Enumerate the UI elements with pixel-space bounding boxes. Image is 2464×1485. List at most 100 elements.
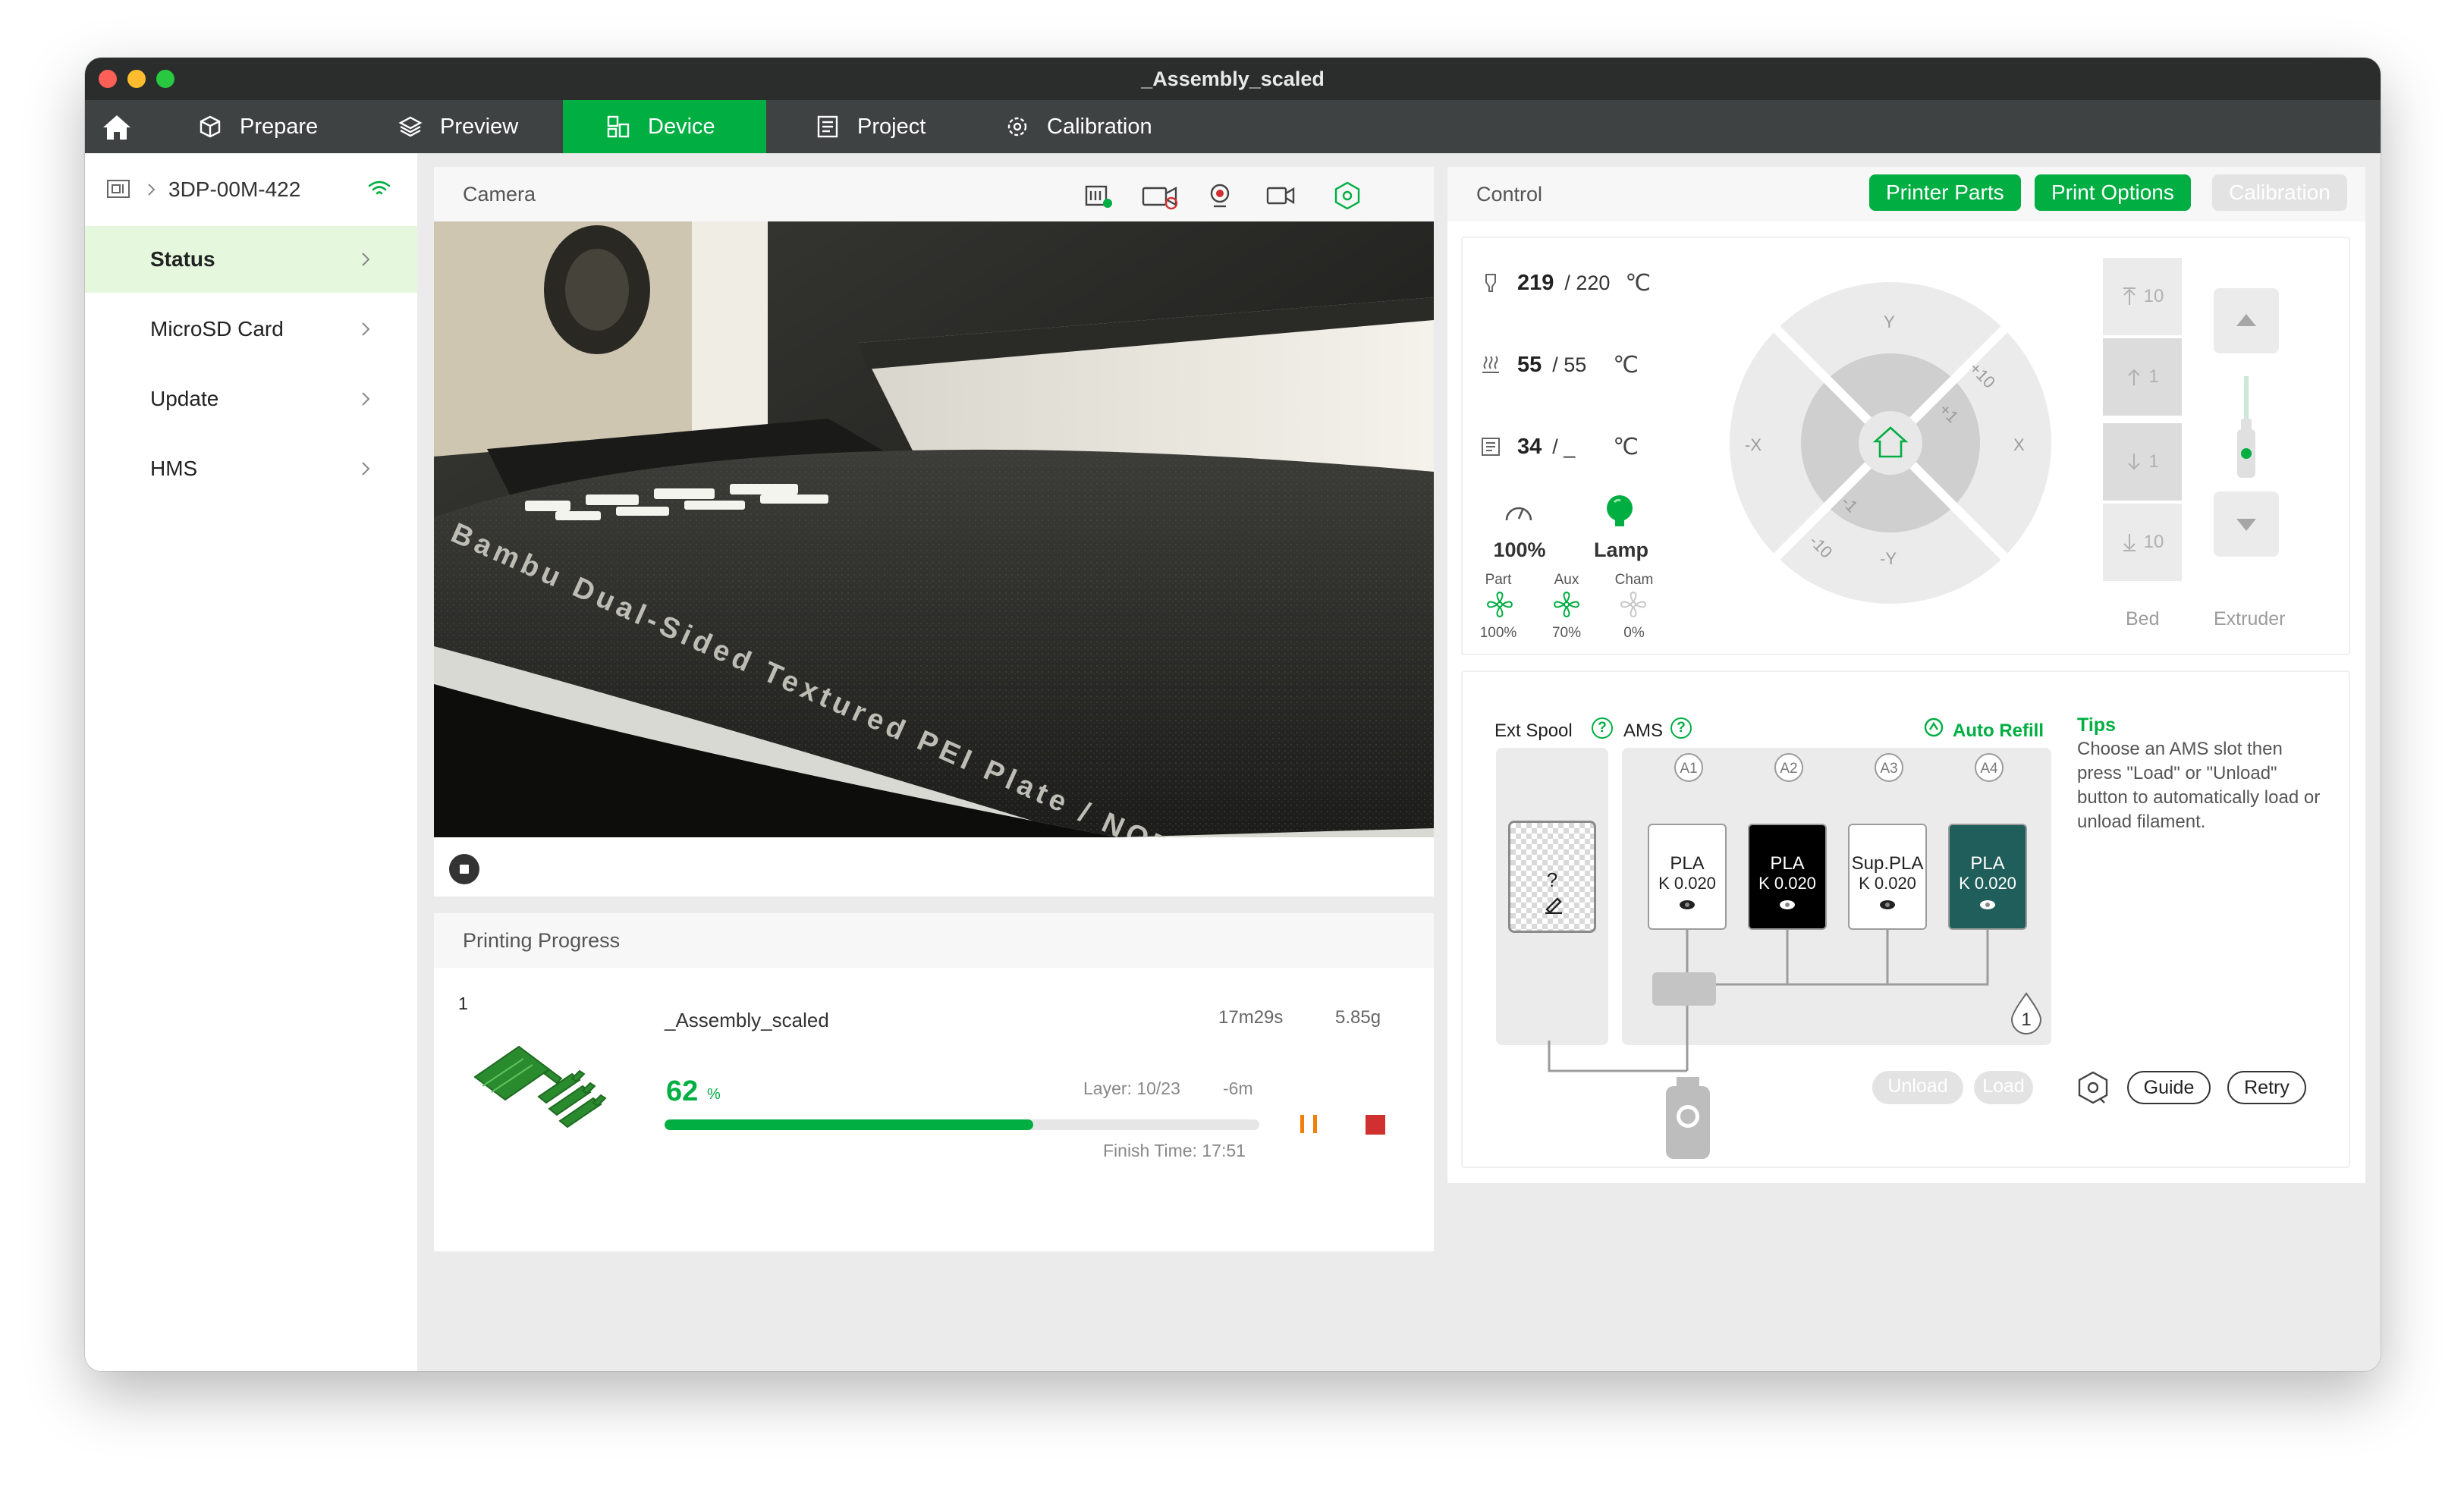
sidebar-item-label: Status <box>150 247 215 271</box>
eye-icon <box>1980 900 1995 909</box>
ext-spool-slot[interactable]: ? <box>1508 821 1596 933</box>
sidebar-item-status[interactable]: Status <box>85 226 417 293</box>
chamber-temp-row: 34 / _ ℃ <box>1479 428 1639 466</box>
camera-settings-icon[interactable] <box>1332 181 1362 211</box>
printer-parts-button[interactable]: Printer Parts <box>1869 174 2021 211</box>
sd-record-icon[interactable] <box>1083 181 1114 211</box>
eye-icon <box>1680 900 1695 909</box>
help-icon[interactable]: ? <box>1670 717 1692 739</box>
speed-gauge-icon[interactable] <box>1502 496 1535 526</box>
temperature-motion-panel: 219 / 220 ℃ 55 / 55 ℃ 34 / _ ℃ 100% Lamp… <box>1461 237 2350 655</box>
chamber-fan-icon[interactable] <box>1619 590 1648 619</box>
print-speed: 100% <box>1493 538 1546 561</box>
ext-spool-label: Ext Spool <box>1494 721 1573 741</box>
ams-slot-a4[interactable]: PLA K 0.020 <box>1948 824 2027 930</box>
aux-fan-icon[interactable] <box>1552 590 1581 619</box>
sidebar-item-hms[interactable]: HMS <box>85 435 417 502</box>
lamp-icon[interactable] <box>1602 493 1637 529</box>
record-toggle-button[interactable] <box>449 854 479 884</box>
tab-project[interactable]: Project <box>815 100 1004 153</box>
device-selector[interactable]: 3DP-00M-422 <box>106 168 402 211</box>
nozzle-target-temp: / 220 <box>1564 271 1611 294</box>
sidebar-item-update[interactable]: Update <box>85 366 417 432</box>
tab-prepare[interactable]: Prepare <box>191 100 381 153</box>
load-button[interactable]: Load <box>1974 1071 2033 1104</box>
slot-k-value: K 0.020 <box>1658 874 1716 893</box>
stop-button[interactable] <box>1366 1115 1385 1135</box>
layers-icon <box>398 116 423 137</box>
nozzle-current-temp: 219 <box>1517 270 1554 295</box>
timelapse-icon[interactable] <box>1141 181 1183 211</box>
retry-button[interactable]: Retry <box>2227 1071 2306 1104</box>
edit-icon <box>1545 897 1562 914</box>
sidebar-item-microsd[interactable]: MicroSD Card <box>85 296 417 363</box>
print-duration: 17m29s <box>1218 1007 1284 1028</box>
jog-y-label: Y <box>1884 312 1895 331</box>
nozzle-temp-row[interactable]: 219 / 220 ℃ <box>1479 264 1651 302</box>
tab-calibration[interactable]: Calibration <box>1004 100 1217 153</box>
home-icon[interactable] <box>99 109 135 146</box>
window-title: _Assembly_scaled <box>1141 68 1325 90</box>
bed-up-1-button[interactable]: 1 <box>2103 338 2182 416</box>
extruder-label: Extruder <box>2214 608 2286 629</box>
extruder-graphic <box>2237 376 2255 478</box>
eye-icon <box>1880 900 1895 909</box>
slot-material: Sup.PLA <box>1851 853 1924 874</box>
help-icon[interactable]: ? <box>1592 717 1613 739</box>
fan-aux-label: Aux <box>1554 572 1579 588</box>
device-content: Camera Printing Progress 1 _Assembly_sca… <box>419 153 2381 1371</box>
calibration-button[interactable]: Calibration <box>2212 174 2347 211</box>
slot-material: PLA <box>1770 853 1805 874</box>
tab-preview[interactable]: Preview <box>398 100 587 153</box>
fan-chamber-label: Cham <box>1614 572 1654 588</box>
pause-button[interactable] <box>1297 1113 1320 1135</box>
tab-calibration-label: Calibration <box>1047 114 1152 139</box>
arrow-down-icon <box>2128 454 2141 470</box>
eye-icon <box>1780 900 1795 909</box>
webcam-icon[interactable] <box>1205 181 1235 211</box>
ext-spool-slot-value: ? <box>1546 868 1558 891</box>
ams-slot-a3[interactable]: Sup.PLA K 0.020 <box>1848 824 1927 930</box>
fan-aux-value: 70% <box>1551 625 1582 641</box>
document-icon <box>817 115 838 138</box>
auto-refill-link[interactable]: Auto Refill <box>1953 721 2044 742</box>
triangle-up-icon <box>2236 314 2256 326</box>
bed-up-10-button[interactable]: 10 <box>2103 258 2182 335</box>
bed-current-temp: 55 <box>1517 352 1542 377</box>
ams-settings-icon[interactable] <box>2074 1069 2112 1107</box>
slot-a2-id: A2 <box>1780 761 1797 777</box>
slot-a4-id: A4 <box>1980 761 1998 777</box>
part-fan-icon[interactable] <box>1485 590 1514 619</box>
tab-preview-label: Preview <box>440 114 519 139</box>
tab-device[interactable]: Device <box>563 100 766 153</box>
bed-temp-row[interactable]: 55 / 55 ℃ <box>1479 346 1639 384</box>
arrow-up-icon <box>2128 369 2141 385</box>
camera-header: Camera <box>434 167 1434 221</box>
extruder-down-button[interactable] <box>2214 491 2279 557</box>
ams-slot-a1[interactable]: PLA K 0.020 <box>1648 824 1727 930</box>
filament-feed-path <box>1548 1041 1710 1159</box>
video-camera-icon[interactable] <box>1265 181 1296 211</box>
home-xy-button[interactable] <box>1859 411 1922 475</box>
sidebar-item-label: Update <box>150 387 219 410</box>
ams-unit-number: 1 <box>2021 1009 2031 1030</box>
arrow-down-icon <box>2123 534 2136 551</box>
chamber-temp-unit: ℃ <box>1613 434 1639 460</box>
guide-button[interactable]: Guide <box>2127 1071 2211 1104</box>
ams-slot-a2[interactable]: PLA K 0.020 <box>1748 824 1827 930</box>
cube-icon <box>200 115 221 138</box>
finish-time: Finish Time: 17:51 <box>1103 1141 1246 1160</box>
control-panel: Control Printer Parts Print Options Cali… <box>1447 167 2365 1183</box>
lamp-label: Lamp <box>1593 538 1648 561</box>
device-name: 3DP-00M-422 <box>168 177 301 201</box>
extruder-up-button[interactable] <box>2214 288 2279 353</box>
slot-k-value: K 0.020 <box>1758 874 1816 893</box>
nozzle-temp-unit: ℃ <box>1625 270 1652 296</box>
jog-neg-x-label: -X <box>1745 435 1762 454</box>
print-options-button[interactable]: Print Options <box>2035 174 2191 211</box>
arrow-up-icon <box>2123 287 2136 305</box>
bed-down-10-button[interactable]: 10 <box>2103 504 2182 581</box>
progress-bar-fill <box>665 1119 1034 1130</box>
bed-down-1-button[interactable]: 1 <box>2103 423 2182 501</box>
unload-button[interactable]: Unload <box>1872 1071 1963 1104</box>
